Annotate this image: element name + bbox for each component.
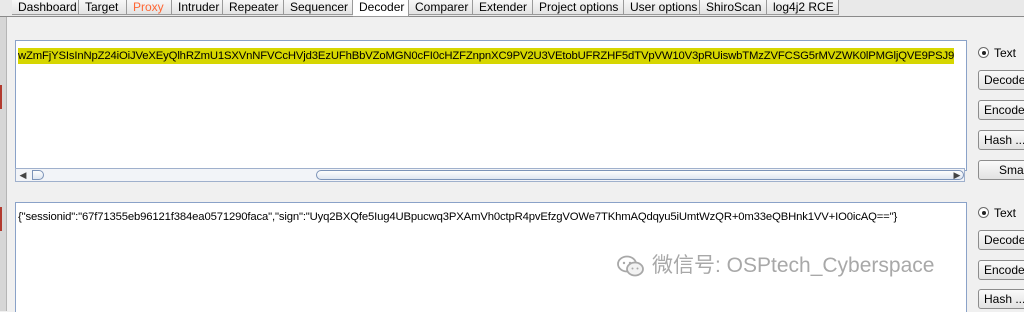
left-panel-edge xyxy=(0,17,7,311)
left-edge-marker xyxy=(0,207,2,231)
decoder-output-text[interactable]: {"sessionid":"67f71355eb96121f384ea05712… xyxy=(18,211,897,223)
tab-log4j2-rce[interactable]: log4j2 RCE xyxy=(767,0,839,15)
scrollbar-thumb-fragment[interactable] xyxy=(32,170,44,180)
tab-extender[interactable]: Extender xyxy=(473,0,533,15)
scroll-left-icon[interactable]: ◀ xyxy=(16,169,30,181)
radio-selected-icon[interactable] xyxy=(978,207,989,219)
wechat-watermark: 微信号: OSPtech_Cyberspace xyxy=(616,252,934,280)
tab-target[interactable]: Target xyxy=(79,0,127,15)
tab-comparer[interactable]: Comparer xyxy=(409,0,473,15)
tab-decoder[interactable]: Decoder xyxy=(353,0,409,17)
tab-user-options[interactable]: User options xyxy=(624,0,700,15)
tab-shiroscan[interactable]: ShiroScan xyxy=(700,0,767,15)
tab-project-options[interactable]: Project options xyxy=(533,0,624,15)
top-hash-button[interactable]: Hash ... xyxy=(978,130,1024,150)
tab-dashboard[interactable]: Dashboard xyxy=(12,0,79,15)
bottom-text-radio[interactable]: Text xyxy=(978,205,1016,221)
scroll-right-icon[interactable]: ▶ xyxy=(950,169,964,181)
top-decode-as-button[interactable]: Decode ... xyxy=(978,70,1024,90)
tab-bar: Dashboard Target Proxy Intruder Repeater… xyxy=(0,0,1024,17)
tab-sequencer[interactable]: Sequencer xyxy=(284,0,353,15)
watermark-text: 微信号: OSPtech_Cyberspace xyxy=(652,254,935,277)
decoder-input-panel[interactable]: wZmFjYSIsInNpZ24iOiJVeXEyQlhRZmU1SXVnNFV… xyxy=(15,40,967,171)
smart-decode-button[interactable]: Smart decode xyxy=(978,160,1024,180)
scrollbar-thumb[interactable] xyxy=(316,170,964,180)
left-edge-marker xyxy=(0,85,2,109)
radio-selected-icon[interactable] xyxy=(978,47,989,59)
decoder-input-text[interactable]: wZmFjYSIsInNpZ24iOiJVeXEyQlhRZmU1SXVnNFV… xyxy=(18,48,954,64)
bottom-text-radio-label: Text xyxy=(994,205,1017,220)
top-encode-as-button[interactable]: Encode ... xyxy=(978,100,1024,120)
top-text-radio-label: Text xyxy=(994,45,1017,60)
tab-intruder[interactable]: Intruder xyxy=(172,0,223,15)
tab-repeater[interactable]: Repeater xyxy=(223,0,284,15)
horizontal-scrollbar[interactable]: ◀ ▶ xyxy=(15,168,965,182)
bottom-decode-as-button[interactable]: Decode ... xyxy=(978,230,1024,250)
bottom-encode-as-button[interactable]: Encode ... xyxy=(978,260,1024,280)
bottom-hash-button[interactable]: Hash ... xyxy=(978,289,1024,309)
tab-proxy[interactable]: Proxy xyxy=(127,0,172,15)
top-text-radio[interactable]: Text xyxy=(978,45,1016,61)
wechat-logo-icon xyxy=(617,256,644,277)
